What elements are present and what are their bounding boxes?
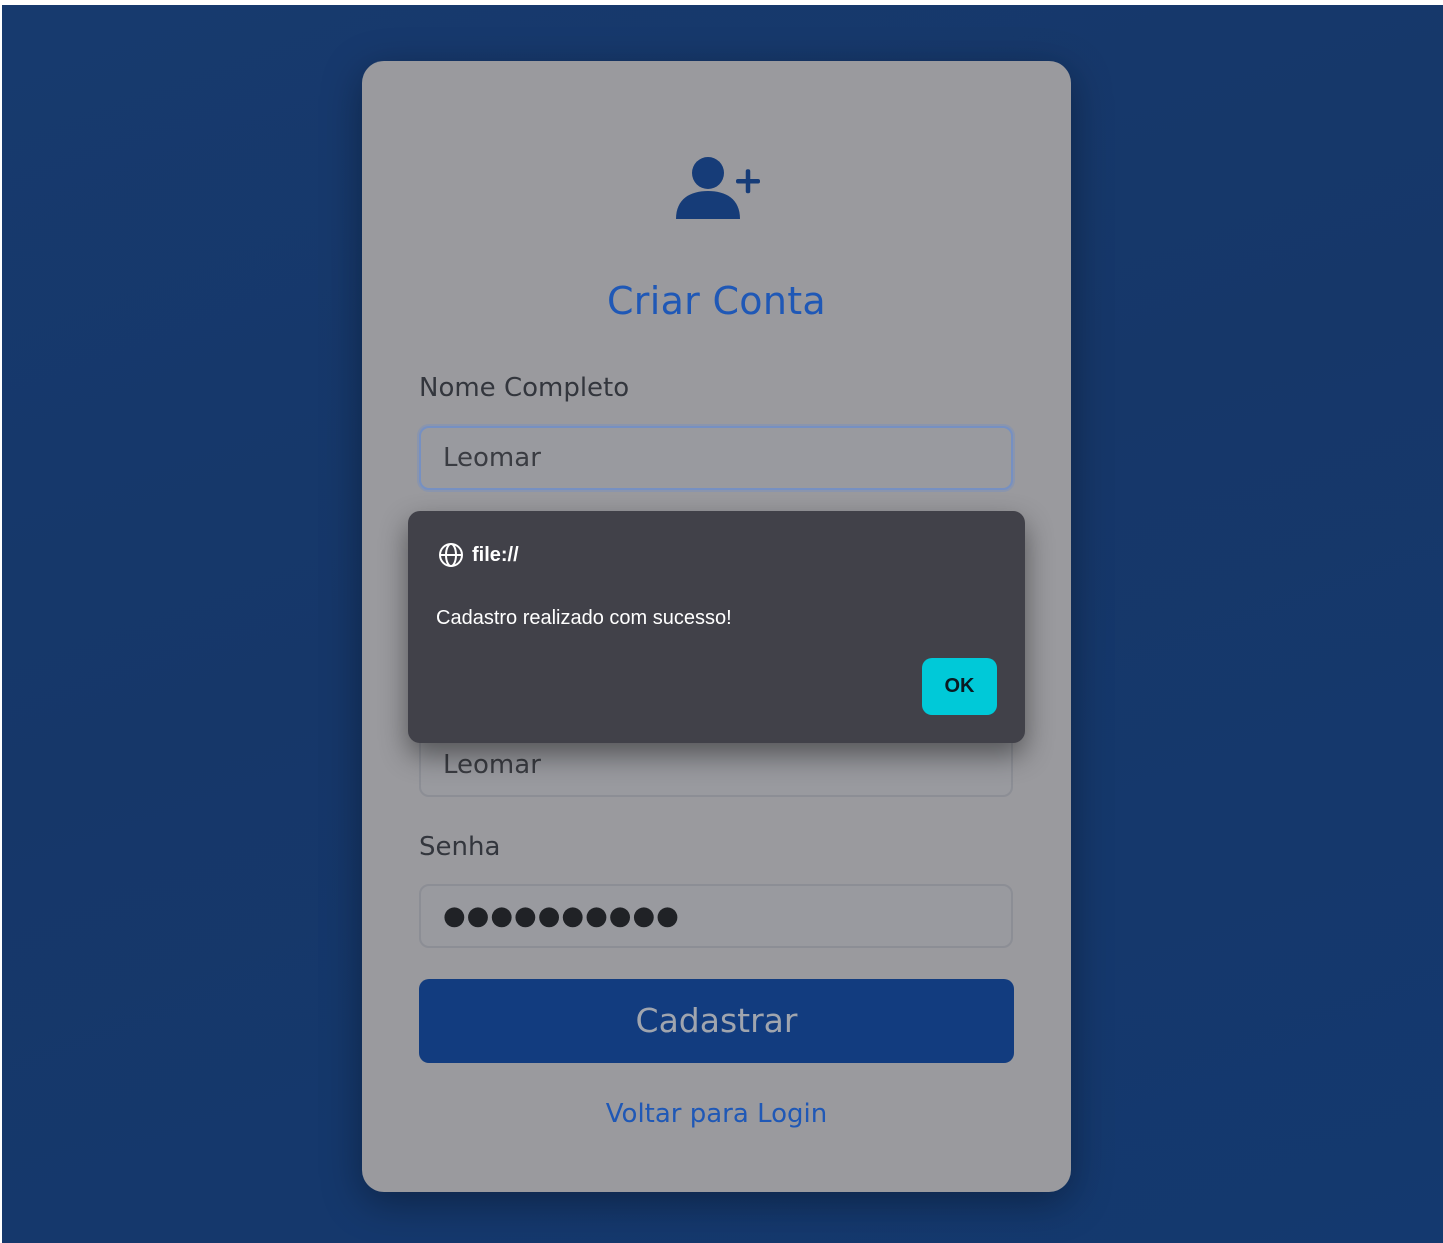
user-plus-icon bbox=[676, 157, 760, 219]
name-input[interactable]: Leomar bbox=[419, 426, 1013, 490]
page-background: Criar Conta Nome Completo Leomar Leomar … bbox=[2, 5, 1443, 1243]
dialog-origin: file:// bbox=[438, 541, 519, 569]
page-title: Criar Conta bbox=[606, 279, 827, 323]
ok-button[interactable]: OK bbox=[922, 658, 997, 715]
globe-icon bbox=[439, 543, 463, 567]
back-to-login-link[interactable]: Voltar para Login bbox=[362, 1099, 1071, 1129]
dialog-message: Cadastro realizado com sucesso! bbox=[436, 607, 732, 629]
name-label: Nome Completo bbox=[419, 373, 630, 403]
password-label: Senha bbox=[419, 832, 501, 862]
alert-dialog: file:// Cadastro realizado com sucesso! … bbox=[408, 511, 1025, 743]
password-mask: ●●●●●●●●●● bbox=[443, 901, 680, 931]
register-button[interactable]: Cadastrar bbox=[419, 979, 1014, 1063]
password-input[interactable]: ●●●●●●●●●● bbox=[419, 884, 1013, 948]
dialog-origin-text: file:// bbox=[472, 543, 519, 566]
